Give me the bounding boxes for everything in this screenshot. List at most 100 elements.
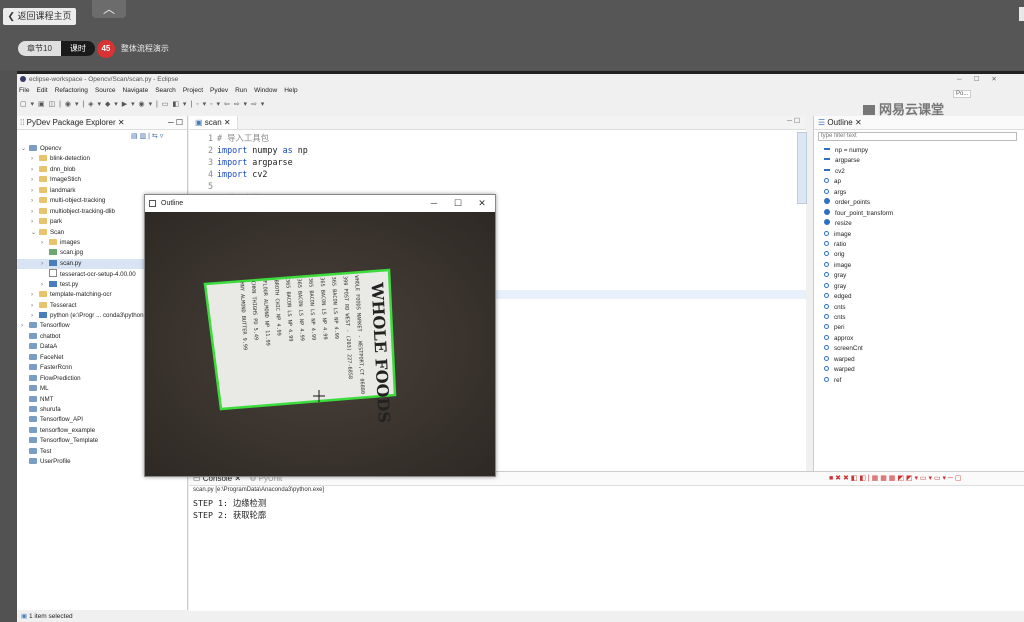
chevron-up-icon[interactable]: ︿ xyxy=(92,0,126,18)
expand-right-icon[interactable]: › xyxy=(41,238,49,248)
lesson-label[interactable]: 课时 xyxy=(60,41,95,56)
chapter-label[interactable]: 章节10 xyxy=(18,41,61,56)
variable-icon xyxy=(824,303,829,309)
expand-right-icon[interactable]: › xyxy=(31,290,39,300)
menu-window[interactable]: Window xyxy=(254,87,277,94)
tree-item-label: ImageStich xyxy=(50,176,81,184)
expand-right-icon[interactable]: › xyxy=(41,259,49,269)
expand-right-icon[interactable]: › xyxy=(21,321,29,331)
project-icon xyxy=(29,343,37,350)
expand-right-icon[interactable]: › xyxy=(31,154,39,164)
outline-item[interactable]: peri xyxy=(824,323,893,333)
menu-edit[interactable]: Edit xyxy=(36,87,47,94)
tree-item-label: test.py xyxy=(60,280,79,288)
package-explorer-header[interactable]: ⁞⁞ PyDev Package Explorer ✕ ─ ☐ xyxy=(17,116,187,130)
outline-item[interactable]: four_point_transform xyxy=(824,208,893,219)
expand-right-icon[interactable]: › xyxy=(31,196,39,206)
outline-item[interactable]: image xyxy=(824,230,893,240)
tab-close-icon[interactable]: ✕ xyxy=(224,118,231,127)
editor-window-controls[interactable]: ─ ☐ xyxy=(787,117,800,125)
expand-right-icon[interactable]: › xyxy=(31,311,39,321)
expand-down-icon[interactable]: ⌄ xyxy=(31,228,39,238)
code-line: 2 import numpy as np xyxy=(189,144,806,156)
tree-item-label: chatbot xyxy=(40,332,61,340)
menu-help[interactable]: Help xyxy=(284,87,297,94)
tab-close-icon[interactable]: ✕ xyxy=(855,118,862,127)
outline-item[interactable]: gray xyxy=(824,271,893,281)
editor-scrollbar[interactable] xyxy=(797,132,807,204)
outline-image-window[interactable]: Outline ─ ☐ ✕ WHOLE FOODS WHOLE FOODS MA… xyxy=(144,194,496,477)
outline-item[interactable]: approx xyxy=(824,334,893,344)
outline-item[interactable]: cv2 xyxy=(824,167,893,177)
outline-item[interactable]: ref xyxy=(824,376,893,386)
menu-search[interactable]: Search xyxy=(155,87,176,94)
tree-item[interactable]: › ImageStich xyxy=(17,175,187,185)
window-controls[interactable]: ─☐✕ xyxy=(957,74,1009,85)
outline-item[interactable]: args xyxy=(824,188,893,198)
tree-item[interactable]: › dnn_blob xyxy=(17,165,187,175)
minimize-button[interactable]: ─ xyxy=(422,195,446,212)
course-header xyxy=(0,0,1024,70)
outline-item[interactable]: cnts xyxy=(824,303,893,313)
project-icon xyxy=(29,353,37,360)
outline-item[interactable]: argparse xyxy=(824,156,893,166)
outline-item[interactable]: resize xyxy=(824,219,893,229)
tree-item[interactable]: › blink-detection xyxy=(17,154,187,164)
menu-run[interactable]: Run xyxy=(235,87,247,94)
project-icon xyxy=(29,332,37,339)
outline-item[interactable]: screenCnt xyxy=(824,344,893,354)
outline-item[interactable]: gray xyxy=(824,282,893,292)
menu-source[interactable]: Source xyxy=(95,87,116,94)
expand-right-icon[interactable]: › xyxy=(31,186,39,196)
lesson-number-badge: 45 xyxy=(96,39,115,58)
editor-tab-scan[interactable]: ▣ scan ✕ xyxy=(189,116,238,129)
expand-right-icon[interactable]: › xyxy=(31,217,39,227)
expand-right-icon[interactable]: › xyxy=(31,175,39,185)
outline-item[interactable]: np = numpy xyxy=(824,146,893,156)
expand-right-icon[interactable]: › xyxy=(31,165,39,175)
outline-item[interactable]: order_points xyxy=(824,198,893,208)
outline-title: Outline xyxy=(827,118,853,127)
outline-item-label: np = numpy xyxy=(835,147,869,154)
tree-item-label: park xyxy=(50,218,63,226)
outline-item[interactable]: warped xyxy=(824,355,893,365)
menu-refactoring[interactable]: Refactoring xyxy=(55,87,88,94)
menu-project[interactable]: Project xyxy=(183,87,203,94)
outline-item[interactable]: cnts xyxy=(824,313,893,323)
outline-item[interactable]: ratio xyxy=(824,240,893,250)
outline-icon: ☰ xyxy=(818,118,828,127)
window-icon xyxy=(149,200,156,207)
explorer-toolbar[interactable]: ▤ ▥ | ⇆ ▿ xyxy=(131,132,163,140)
close-button[interactable]: ✕ xyxy=(470,195,494,212)
menu-pydev[interactable]: Pydev xyxy=(210,87,228,94)
tree-item[interactable]: ⌄ Opencv xyxy=(17,144,187,154)
outline-item[interactable]: orig xyxy=(824,250,893,260)
menu-navigate[interactable]: Navigate xyxy=(123,87,149,94)
expand-right-icon[interactable]: › xyxy=(41,280,49,290)
console-toolbar[interactable]: ■ ✖ ✖ ◧ ◧ | ▦ ▦ ▦ ◩ ◩ ▾ ▭ ▾ ▭ ▾ ─ ▢ xyxy=(829,474,961,482)
project-icon xyxy=(29,458,37,465)
image-window-title-bar[interactable]: Outline ─ ☐ ✕ xyxy=(145,195,495,212)
outline-item[interactable]: edged xyxy=(824,292,893,302)
outline-header[interactable]: ☰ Outline ✕ xyxy=(814,116,1024,130)
back-to-course-button[interactable]: ❮ 返回课程主页 xyxy=(3,8,76,25)
outline-filter-input[interactable] xyxy=(818,132,1017,141)
outline-item-label: screenCnt xyxy=(834,345,863,353)
expand-right-icon[interactable]: › xyxy=(31,301,39,311)
maximize-button[interactable]: ☐ xyxy=(446,195,470,212)
project-icon xyxy=(29,374,37,381)
outline-item[interactable]: image xyxy=(824,261,893,271)
outline-item-label: image xyxy=(834,230,852,238)
minimize-maximize-icons[interactable]: ─ ☐ xyxy=(168,116,183,129)
side-tab[interactable] xyxy=(1019,7,1024,21)
tab-close-icon[interactable]: ✕ xyxy=(118,118,125,127)
outline-item-label: cnts xyxy=(834,314,846,321)
expand-right-icon[interactable]: › xyxy=(31,207,39,217)
line-number: 1 xyxy=(207,133,213,143)
package-explorer-title: PyDev Package Explorer xyxy=(26,118,116,127)
file-icon xyxy=(49,269,57,278)
outline-item[interactable]: warped xyxy=(824,365,893,375)
outline-item[interactable]: ap xyxy=(824,177,893,187)
menu-file[interactable]: File xyxy=(19,87,29,94)
expand-down-icon[interactable]: ⌄ xyxy=(21,144,29,154)
